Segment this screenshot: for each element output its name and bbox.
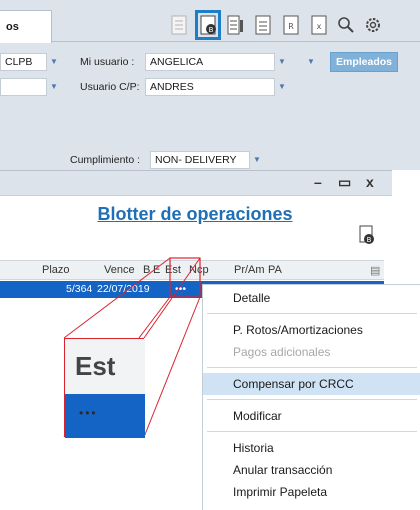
zoom-header-text: Est bbox=[65, 339, 145, 394]
svg-text:B: B bbox=[367, 236, 372, 244]
gear-icon[interactable] bbox=[364, 14, 382, 36]
menu-item-p-rotos[interactable]: P. Rotos/Amortizaciones bbox=[203, 319, 420, 341]
tab-current[interactable]: os bbox=[0, 10, 52, 43]
context-menu: Detalle P. Rotos/Amortizaciones Pagos ad… bbox=[202, 284, 420, 510]
menu-separator bbox=[207, 313, 417, 314]
window-title-bar: – ▭ x bbox=[0, 170, 392, 196]
col-vence[interactable]: Vence bbox=[104, 264, 135, 276]
mi-usuario-label: Mi usuario : bbox=[80, 56, 135, 68]
menu-item-anular[interactable]: Anular transacción bbox=[203, 459, 420, 481]
currency-select[interactable]: CLPB bbox=[0, 53, 47, 71]
zoom-callout: Est ••• bbox=[64, 338, 145, 438]
mi-usuario-select[interactable]: ANGELICA bbox=[145, 53, 275, 71]
restore-button[interactable]: ▭ bbox=[338, 174, 351, 191]
blotter-export-icon[interactable]: B bbox=[358, 225, 376, 245]
cumplimiento-dropdown-icon[interactable]: ▼ bbox=[252, 151, 262, 169]
field-blank[interactable] bbox=[0, 78, 47, 96]
document-list-icon[interactable] bbox=[254, 14, 272, 36]
menu-item-compensar-crcc[interactable]: Compensar por CRCC bbox=[203, 373, 420, 395]
tab-strip: os B R x bbox=[0, 0, 420, 43]
document-grid-icon[interactable] bbox=[170, 14, 188, 36]
col-plazo[interactable]: Plazo bbox=[42, 264, 70, 276]
col-ncp[interactable]: Ncp bbox=[189, 264, 209, 276]
col-pa[interactable]: PA bbox=[268, 264, 282, 276]
minimize-button[interactable]: – bbox=[314, 174, 322, 190]
table-header: Plazo Vence B E Est Ncp Pr/Am PA ▤ bbox=[0, 260, 384, 280]
document-info-icon[interactable] bbox=[226, 14, 244, 36]
menu-item-detalle[interactable]: Detalle bbox=[203, 287, 420, 309]
col-est[interactable]: Est bbox=[165, 264, 181, 276]
menu-item-imprimir[interactable]: Imprimir Papeleta bbox=[203, 481, 420, 503]
document-excel-icon[interactable]: x bbox=[310, 14, 328, 36]
cumplimiento-label: Cumplimiento : bbox=[70, 154, 141, 166]
field-blank-dropdown-icon[interactable]: ▼ bbox=[49, 78, 59, 96]
search-icon[interactable] bbox=[336, 14, 354, 36]
col-pr-am[interactable]: Pr/Am bbox=[234, 264, 265, 276]
document-r-icon[interactable]: R bbox=[282, 14, 300, 36]
col-b[interactable]: B bbox=[143, 264, 150, 276]
zoom-cell-text: ••• bbox=[65, 394, 145, 438]
menu-item-pagos-adicionales: Pagos adicionales bbox=[233, 345, 331, 359]
svg-text:R: R bbox=[288, 22, 294, 31]
menu-separator bbox=[207, 399, 417, 400]
column-chooser-icon[interactable]: ▤ bbox=[370, 264, 380, 277]
menu-separator bbox=[207, 367, 417, 368]
cumplimiento-select[interactable]: NON- DELIVERY bbox=[150, 151, 250, 169]
usuario-cp-dropdown-icon[interactable]: ▼ bbox=[277, 78, 287, 96]
svg-text:B: B bbox=[209, 26, 214, 34]
blotter-title[interactable]: Blotter de operaciones bbox=[75, 204, 315, 225]
blotter-document-icon[interactable]: B bbox=[195, 10, 221, 40]
menu-item-historia[interactable]: Historia bbox=[203, 437, 420, 459]
close-button[interactable]: x bbox=[366, 174, 374, 190]
usuario-cp-select[interactable]: ANDRES bbox=[145, 78, 275, 96]
cell-est[interactable]: ••• bbox=[175, 283, 186, 295]
col-e[interactable]: E bbox=[153, 264, 160, 276]
svg-text:x: x bbox=[317, 22, 322, 31]
empleados-button[interactable]: Empleados bbox=[330, 52, 399, 72]
menu-item-modificar[interactable]: Modificar bbox=[203, 405, 420, 427]
main-form: os B R x CLPB ▼ Mi usuario : ANGELICA ▼ … bbox=[0, 0, 420, 170]
cell-plazo: 5/364 bbox=[66, 283, 93, 295]
cell-vence: 22/07/2019 bbox=[97, 283, 150, 295]
usuario-cp-label: Usuario C/P: bbox=[80, 81, 140, 93]
menu-separator bbox=[207, 431, 417, 432]
empleados-dropdown-icon[interactable]: ▼ bbox=[306, 53, 316, 71]
mi-usuario-dropdown-icon[interactable]: ▼ bbox=[277, 53, 287, 71]
currency-dropdown-icon[interactable]: ▼ bbox=[49, 53, 59, 71]
